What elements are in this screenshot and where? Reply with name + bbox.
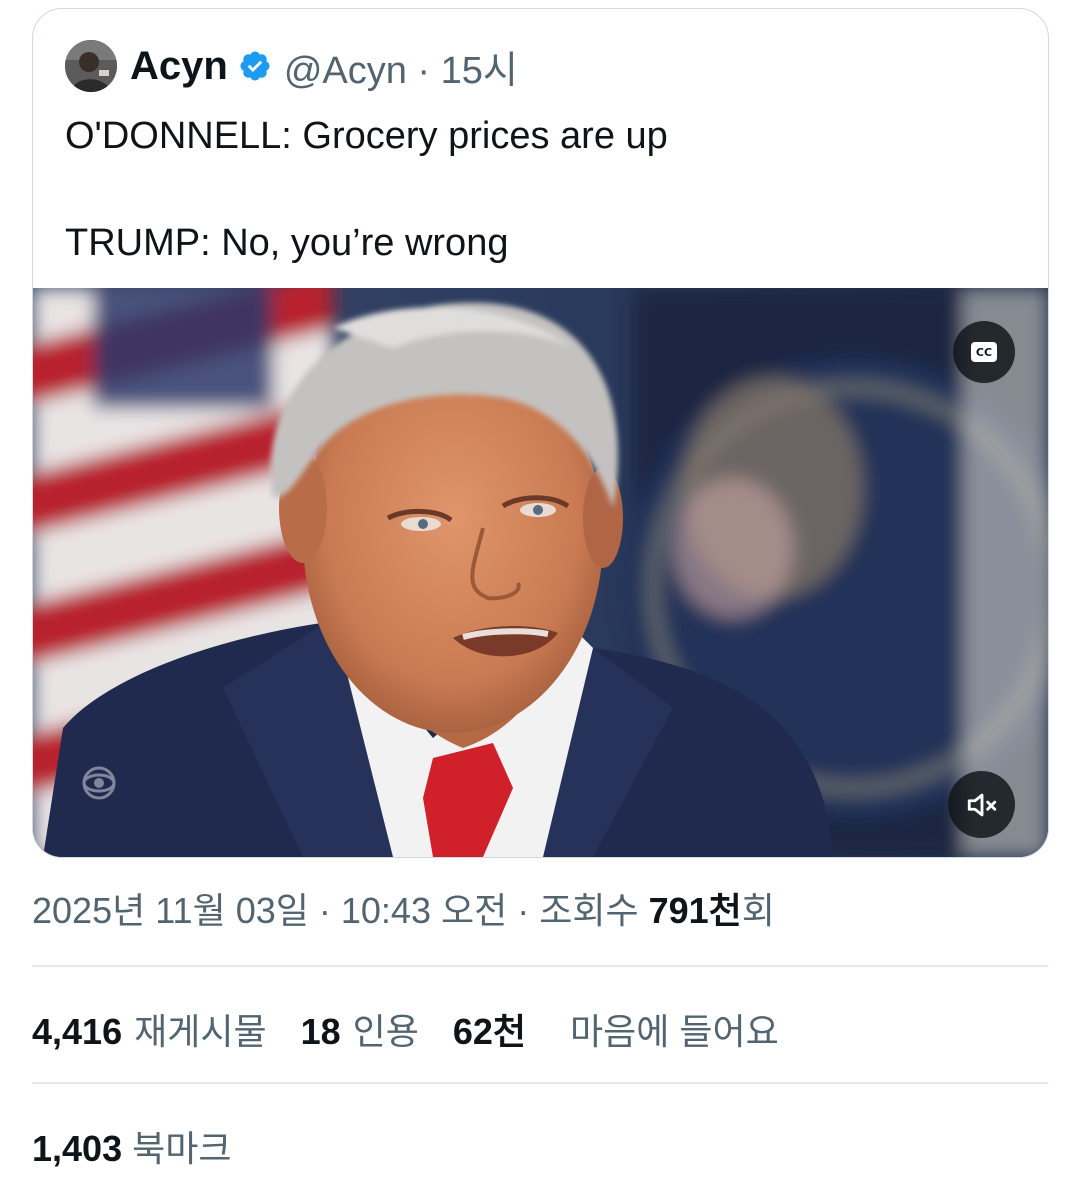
display-name[interactable]: Acyn — [130, 44, 228, 89]
meta-separator: · — [308, 890, 341, 931]
closed-captions-icon: CC — [971, 342, 997, 362]
quotes-count: 18 — [300, 1011, 341, 1052]
video-player[interactable]: CC — [33, 288, 1048, 857]
video-frame — [33, 288, 1048, 857]
tweet-timestamp-and-views: 2025년 11월 03일 · 10:43 오전 · 조회수 791천회 — [32, 882, 775, 934]
divider — [32, 1082, 1048, 1084]
tweet-time[interactable]: 10:43 오전 — [341, 890, 507, 931]
time-separator: · — [406, 49, 441, 92]
unmute-button[interactable] — [948, 771, 1015, 838]
views-count: 791천 — [648, 890, 742, 931]
reposts-label: 재게시물 — [134, 1011, 267, 1052]
reposts-stat[interactable]: 4,416 재게시물 — [32, 1003, 267, 1055]
quotes-stat[interactable]: 18 인용 — [301, 1003, 419, 1055]
closed-captions-button[interactable]: CC — [953, 321, 1015, 383]
relative-time: 15시 — [440, 49, 518, 92]
meta-separator: · — [507, 890, 540, 931]
bookmarks-count: 1,403 — [32, 1128, 123, 1169]
quotes-label: 인용 — [352, 1011, 419, 1052]
reposts-count: 4,416 — [32, 1011, 123, 1052]
likes-label: 마음에 들어요 — [570, 1011, 779, 1052]
avatar[interactable] — [65, 40, 117, 92]
tweet-text-line-1: O'DONNELL: Grocery prices are up — [65, 115, 668, 157]
bookmarks-stat[interactable]: 1,403 북마크 — [32, 1120, 231, 1172]
tweet-text-line-2: TRUMP: No, you’re wrong — [65, 222, 509, 264]
speaker-muted-icon — [967, 793, 996, 816]
handle-and-time[interactable]: @Acyn · 15시 — [284, 39, 518, 94]
divider — [32, 965, 1048, 967]
handle: @Acyn — [283, 49, 407, 92]
views-suffix: 회 — [741, 890, 775, 931]
views-label: 조회수 — [539, 890, 649, 931]
tweet-date[interactable]: 2025년 11월 03일 — [32, 890, 309, 931]
quoted-tweet-card[interactable]: Acyn @Acyn · 15시 O'DONNELL: Grocery pric… — [32, 8, 1049, 858]
bookmarks-label: 북마크 — [132, 1128, 232, 1169]
engagement-stats: 4,416 재게시물 18 인용 62천 마음에 들어요 — [32, 1003, 779, 1055]
likes-count: 62천 — [452, 1011, 527, 1052]
likes-stat[interactable]: 62천 마음에 들어요 — [453, 1003, 779, 1055]
verified-badge-icon — [238, 49, 272, 83]
quoted-tweet-header: Acyn @Acyn · 15시 — [65, 37, 518, 95]
